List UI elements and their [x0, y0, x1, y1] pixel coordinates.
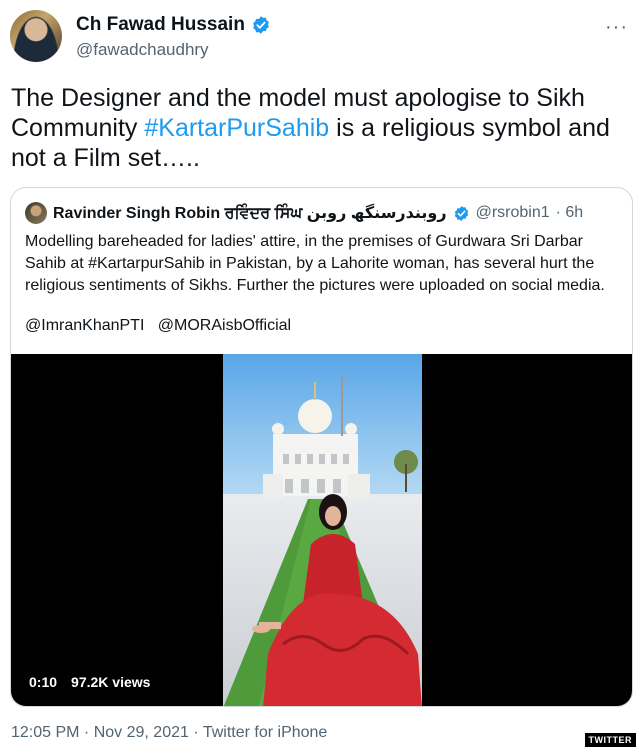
video-thumbnail	[223, 354, 422, 706]
tweet-date[interactable]: Nov 29, 2021	[94, 724, 189, 741]
quoted-tweet[interactable]: Ravinder Singh Robin ਰਵਿੰਦਰ ਸਿੰਘ روبندرس…	[10, 187, 633, 707]
tweet-text: The Designer and the model must apologis…	[11, 83, 621, 173]
quoted-author-avatar[interactable]	[25, 202, 47, 224]
quoted-tweet-header: Ravinder Singh Robin ਰਵਿੰਦਰ ਸਿੰਘ روبندرس…	[25, 202, 583, 224]
video-duration: 0:10	[29, 674, 58, 690]
tweet-time[interactable]: 12:05 PM	[11, 724, 79, 741]
author-display-name[interactable]: Ch Fawad Hussain	[76, 14, 245, 36]
mention-link[interactable]: @MORAisbOfficial	[158, 317, 291, 334]
author-name-row: Ch Fawad Hussain	[76, 14, 271, 36]
verified-badge-icon	[454, 205, 468, 221]
video-meta: 0:10 97.2K views	[29, 674, 150, 690]
video-views: 97.2K views	[71, 674, 151, 690]
author-handle[interactable]: @fawadchaudhry	[76, 40, 209, 60]
source-watermark: TWITTER	[584, 733, 636, 747]
gurdwara-scene-image	[223, 354, 422, 706]
tweet-header: Ch Fawad Hussain @fawadchaudhry ···	[10, 10, 630, 66]
tweet-hashtag-link[interactable]: #KartarPurSahib	[144, 114, 329, 142]
author-avatar[interactable]	[10, 10, 62, 62]
quoted-hashtag-link[interactable]: #KartarpurSahib	[88, 255, 205, 272]
verified-badge-icon	[253, 16, 269, 34]
more-icon[interactable]: ···	[605, 16, 628, 39]
quoted-tweet-time: · 6h	[555, 204, 584, 221]
quoted-author-handle[interactable]: @rsrobin1	[476, 204, 550, 222]
separator: ·	[79, 724, 94, 741]
tweet-footer: 12:05 PM · Nov 29, 2021 · Twitter for iP…	[11, 724, 327, 742]
mention-link[interactable]: @ImranKhanPTI	[25, 317, 144, 334]
tweet-source[interactable]: Twitter for iPhone	[203, 724, 328, 741]
quoted-tweet-text: Modelling bareheaded for ladies' attire,…	[25, 231, 625, 297]
separator: ·	[188, 724, 203, 741]
quoted-mentions: @ImranKhanPTI @MORAisbOfficial	[25, 317, 291, 335]
quoted-author-name[interactable]: Ravinder Singh Robin ਰਵਿੰਦਰ ਸਿੰਘ روبندرس…	[53, 203, 447, 223]
video-player[interactable]: 0:10 97.2K views	[11, 354, 632, 706]
